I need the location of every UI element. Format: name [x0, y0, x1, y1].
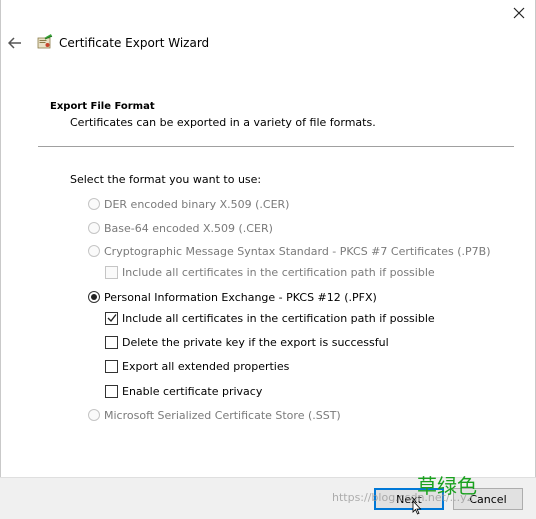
radio-der[interactable]: DER encoded binary X.509 (.CER): [88, 196, 289, 212]
checkbox-enable-certificate-privacy[interactable]: Enable certificate privacy: [105, 383, 262, 399]
radio-pfx-label: Personal Information Exchange - PKCS #12…: [104, 290, 377, 304]
certificate-wizard-icon: [37, 34, 53, 49]
radio-base64-label: Base-64 encoded X.509 (.CER): [104, 221, 273, 235]
cancel-button[interactable]: Cancel: [453, 488, 523, 510]
checkbox-pfx-include-all[interactable]: Include all certificates in the certific…: [105, 310, 435, 326]
radio-circle[interactable]: [88, 291, 100, 303]
radio-circle[interactable]: [88, 245, 100, 257]
checkbox-box[interactable]: [105, 359, 118, 373]
radio-selected-dot: [91, 294, 97, 300]
back-arrow-icon: [8, 37, 21, 49]
radio-pkcs7-label: Cryptographic Message Syntax Standard - …: [104, 244, 491, 258]
checkbox-box[interactable]: [105, 311, 118, 325]
format-prompt: Select the format you want to use:: [70, 173, 262, 186]
section-heading: Export File Format: [50, 101, 155, 112]
window-border: [0, 0, 536, 519]
next-button[interactable]: Next: [374, 488, 444, 510]
header-divider: [38, 146, 514, 147]
checkbox-export-extended-properties[interactable]: Export all extended properties: [105, 358, 289, 374]
wizard-title: Certificate Export Wizard: [59, 36, 210, 50]
checkbox-pkcs7-include-all-label: Include all certificates in the certific…: [122, 265, 435, 279]
close-icon: [513, 7, 525, 19]
section-description: Certificates can be exported in a variet…: [70, 116, 376, 129]
radio-base64[interactable]: Base-64 encoded X.509 (.CER): [88, 220, 273, 236]
checkbox-pfx-include-all-label: Include all certificates in the certific…: [122, 311, 435, 325]
checkbox-delete-private-key[interactable]: Delete the private key if the export is …: [105, 334, 389, 350]
radio-circle[interactable]: [88, 222, 100, 234]
checkbox-box[interactable]: [105, 335, 118, 349]
radio-sst[interactable]: Microsoft Serialized Certificate Store (…: [88, 407, 341, 423]
checkbox-delete-private-key-label: Delete the private key if the export is …: [122, 335, 389, 349]
checkbox-enable-certificate-privacy-label: Enable certificate privacy: [122, 384, 263, 398]
radio-circle[interactable]: [88, 198, 100, 210]
radio-circle[interactable]: [88, 409, 100, 421]
checkbox-box[interactable]: [105, 265, 118, 279]
checkbox-export-extended-properties-label: Export all extended properties: [122, 359, 290, 373]
close-button[interactable]: [504, 0, 534, 26]
back-button[interactable]: [6, 34, 24, 52]
checkbox-pkcs7-include-all[interactable]: Include all certificates in the certific…: [105, 264, 435, 280]
radio-sst-label: Microsoft Serialized Certificate Store (…: [104, 408, 341, 422]
radio-der-label: DER encoded binary X.509 (.CER): [104, 197, 290, 211]
radio-pfx[interactable]: Personal Information Exchange - PKCS #12…: [88, 289, 377, 305]
radio-pkcs7[interactable]: Cryptographic Message Syntax Standard - …: [88, 243, 491, 259]
checkbox-box[interactable]: [105, 384, 118, 398]
checkmark-icon: [107, 314, 117, 323]
